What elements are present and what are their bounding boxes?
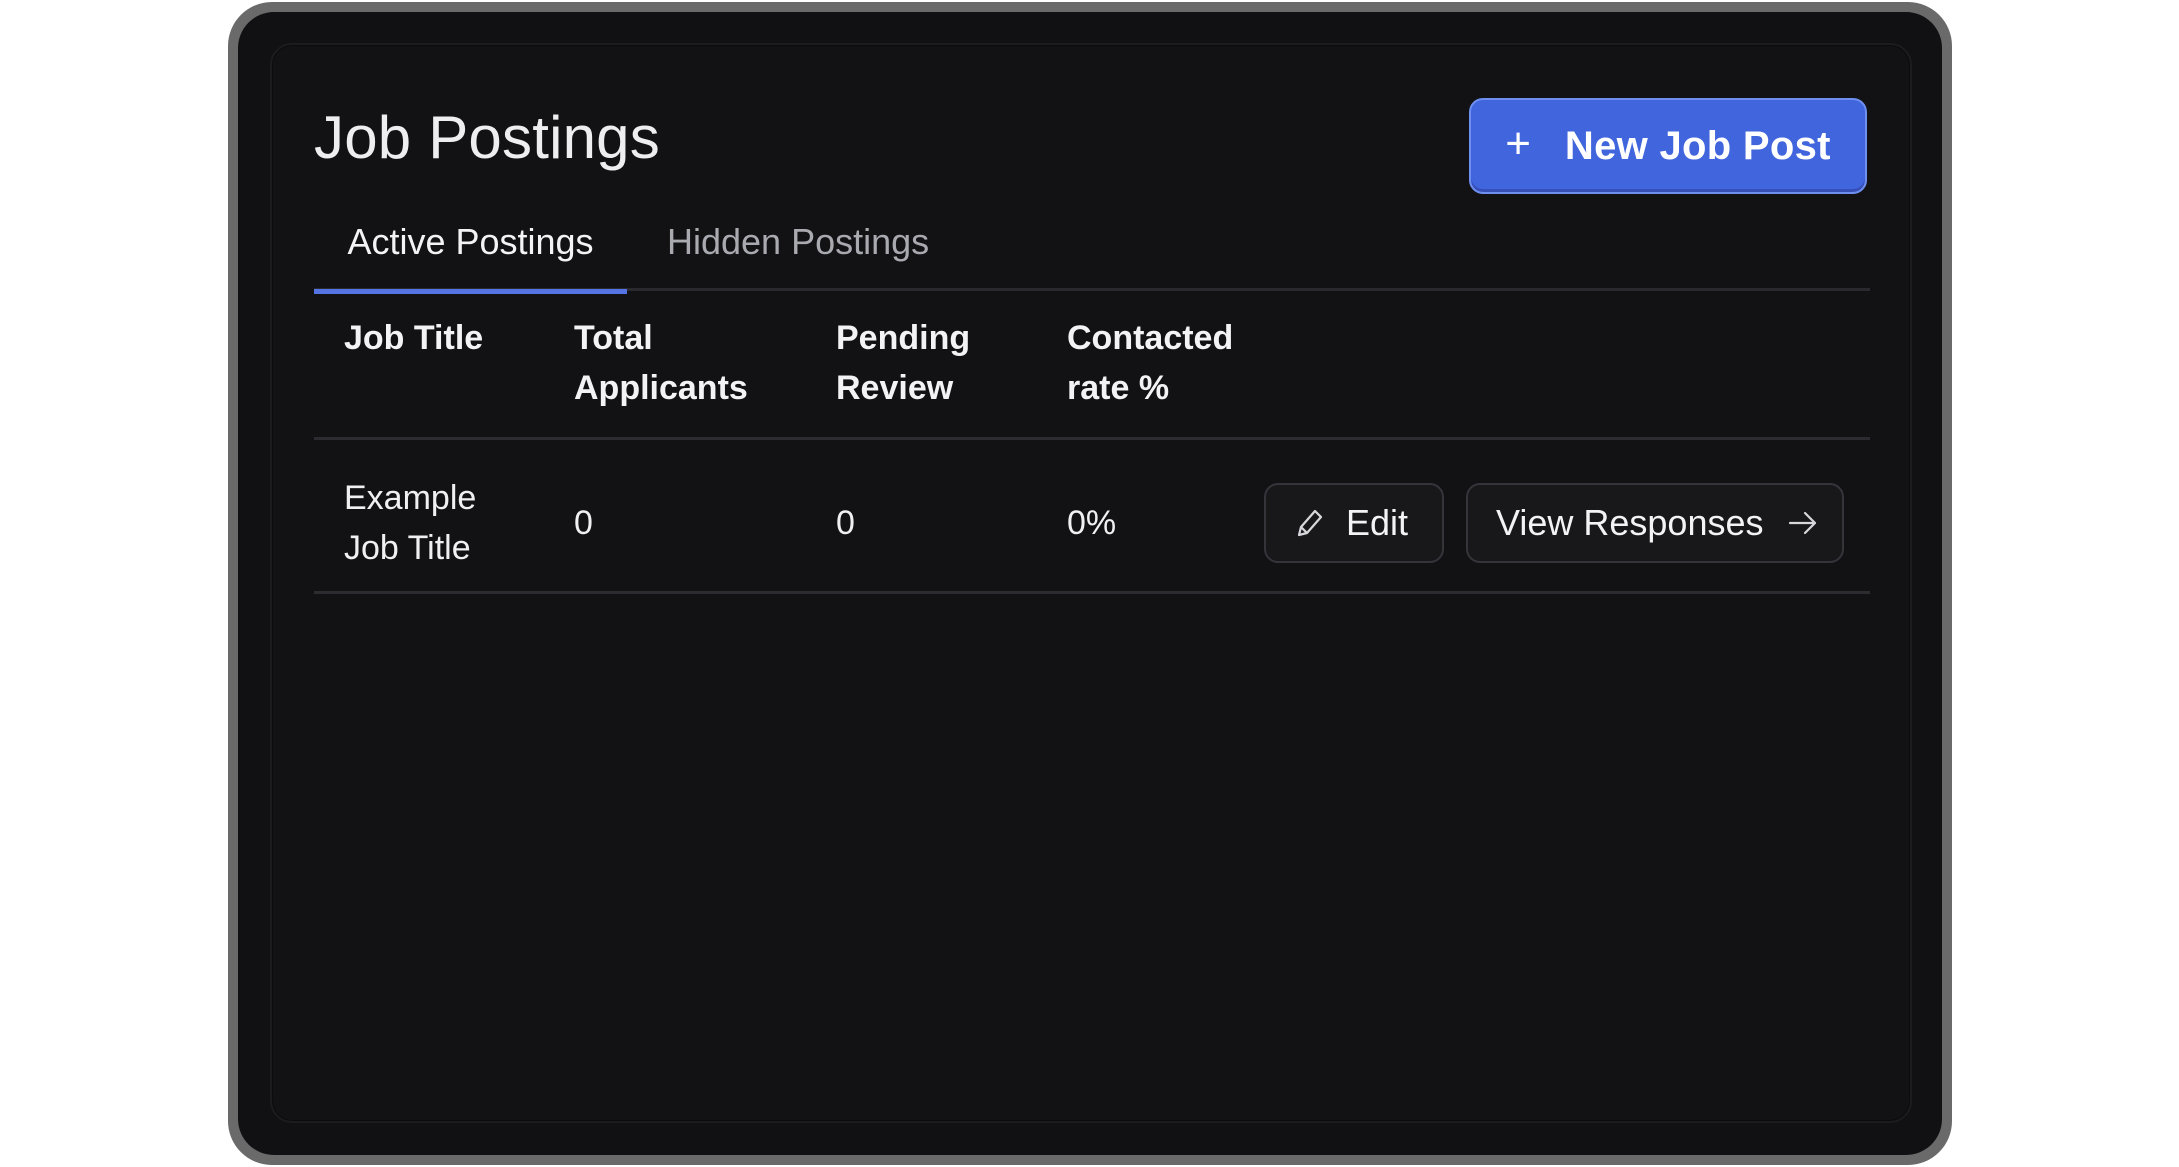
row-actions: Edit View Responses [1264, 483, 1870, 563]
cell-job-title: Example Job Title [314, 439, 574, 593]
device-frame: Job Postings + New Job Post Active Posti… [228, 2, 1952, 1165]
table-header-row: Job Title Total Applicants Pending Revie… [314, 291, 1870, 439]
device-screen: Job Postings + New Job Post Active Posti… [238, 12, 1942, 1155]
header-text: rate % [1067, 369, 1170, 407]
plus-icon: + [1505, 119, 1531, 168]
job-postings-panel: Job Postings + New Job Post Active Posti… [270, 43, 1912, 1123]
job-title-text: Example [344, 479, 477, 517]
new-job-post-label: New Job Post [1564, 123, 1831, 168]
table-row: Example Job Title 0 0 0% Edit View Respo… [314, 439, 1870, 593]
tab-active-postings[interactable]: Active Postings [314, 213, 627, 294]
arrow-right-icon [1788, 511, 1816, 535]
header-text: Applicants [574, 369, 748, 407]
postings-tabs: Active Postings Hidden Postings [314, 213, 1870, 294]
job-postings-table: Job Title Total Applicants Pending Revie… [314, 291, 1870, 594]
cell-contacted-rate: 0% [1067, 504, 1117, 542]
header-text: Contacted [1067, 319, 1234, 357]
column-header-contacted-rate: Contacted rate % [1067, 291, 1264, 439]
column-header-pending-review: Pending Review [836, 291, 1067, 439]
header-text: Pending [836, 319, 971, 357]
cell-total-applicants: 0 [574, 504, 593, 542]
edit-button[interactable]: Edit [1264, 483, 1444, 563]
view-responses-button[interactable]: View Responses [1466, 483, 1844, 563]
column-header-total-applicants: Total Applicants [574, 291, 836, 439]
tab-hidden-postings[interactable]: Hidden Postings [667, 213, 929, 291]
cell-actions: Edit View Responses [1264, 439, 1870, 593]
new-job-post-button[interactable]: + New Job Post [1469, 98, 1867, 194]
header-text: Review [836, 369, 954, 407]
page-title: Job Postings [314, 104, 660, 171]
header-text: Job Title [344, 319, 484, 357]
job-title-text: Job Title [344, 529, 471, 567]
edit-label: Edit [1346, 502, 1409, 543]
column-header-actions [1264, 291, 1870, 439]
header-text: Total [574, 319, 653, 357]
cell-pending-review: 0 [836, 504, 855, 542]
pencil-icon [1297, 509, 1323, 537]
column-header-job-title: Job Title [314, 291, 574, 439]
view-responses-label: View Responses [1496, 502, 1764, 543]
